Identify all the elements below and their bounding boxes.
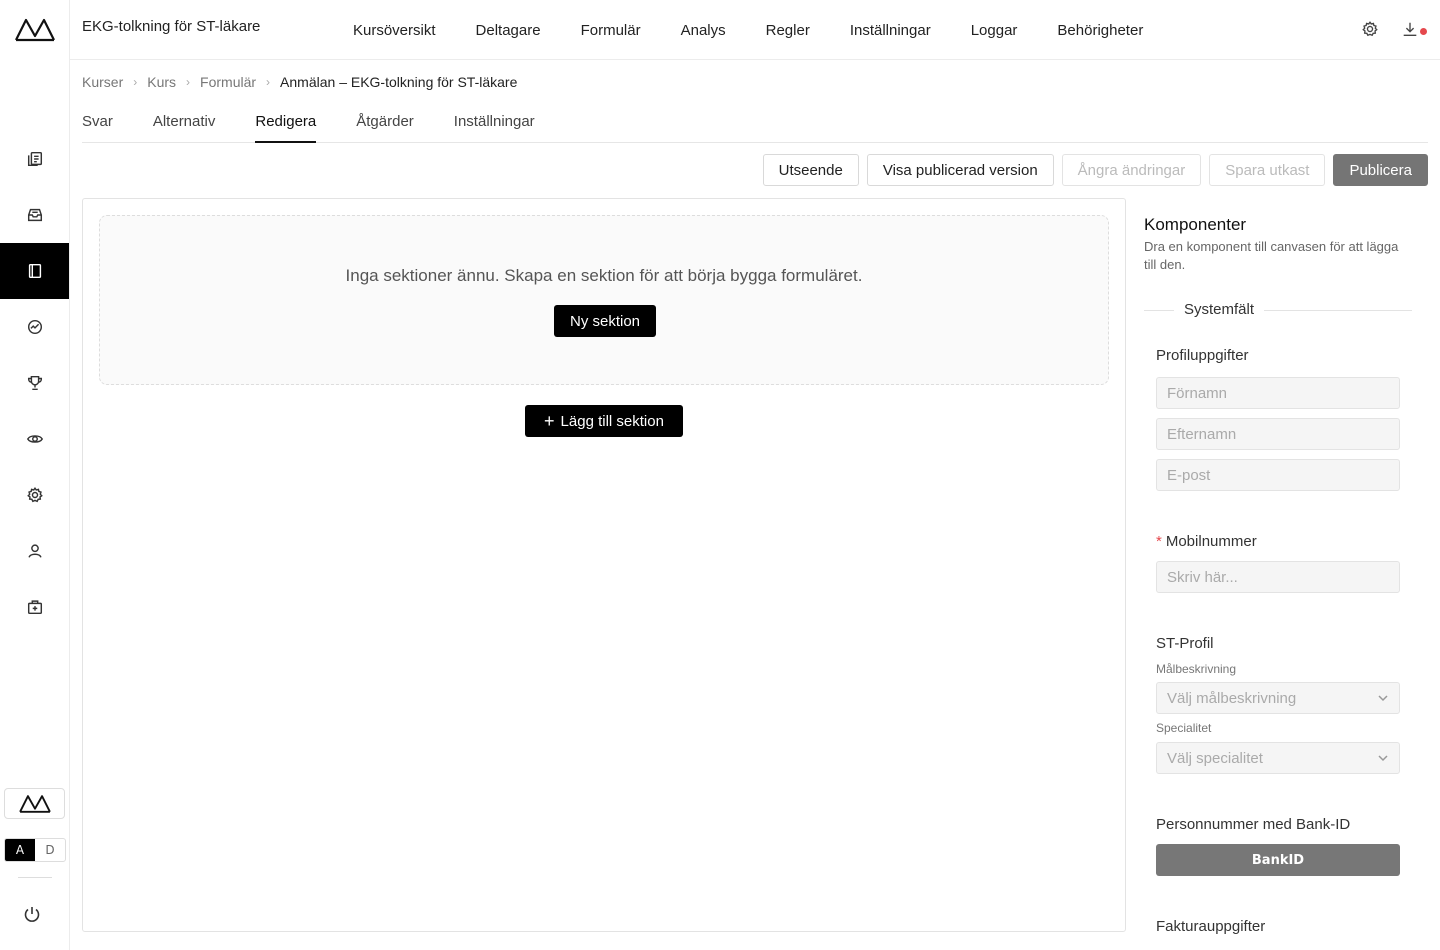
view-published-button[interactable]: Visa publicerad version	[866, 154, 1054, 186]
user-icon	[27, 544, 42, 558]
last-name-field[interactable]: Efternamn	[1156, 418, 1400, 450]
first-name-field[interactable]: Förnamn	[1156, 377, 1400, 409]
required-mark: *	[1156, 533, 1162, 550]
left-rail: A D	[0, 0, 70, 950]
toggle-option-d[interactable]: D	[35, 839, 65, 861]
specialty-select[interactable]: Välj specialitet	[1156, 742, 1400, 774]
nav-logs[interactable]: Loggar	[971, 22, 1018, 39]
mobile-title: Mobilnummer	[1165, 533, 1257, 550]
chevron-down-icon	[1378, 695, 1388, 702]
panel-description: Dra en komponent till canvasen för att l…	[1144, 239, 1399, 272]
eye-icon	[26, 435, 43, 443]
tab-actions[interactable]: Åtgärder	[356, 108, 414, 143]
form-tabs: Svar Alternativ Redigera Åtgärder Instäl…	[82, 108, 1428, 143]
email-field[interactable]: E-post	[1156, 459, 1400, 491]
logo-icon[interactable]	[14, 16, 56, 44]
empty-state: Inga sektioner ännu. Skapa en sektion fö…	[99, 215, 1109, 385]
st-profile-group-title[interactable]: ST-Profil	[1156, 635, 1214, 652]
rail-divider	[18, 877, 52, 878]
medical-kit-icon	[27, 600, 42, 615]
rail-item-analytics[interactable]	[0, 299, 69, 355]
goal-label: Målbeskrivning	[1156, 662, 1237, 676]
bankid-group-title[interactable]: Personnummer med Bank-ID	[1156, 816, 1350, 833]
power-icon	[24, 907, 40, 922]
nav-participants[interactable]: Deltagare	[476, 22, 541, 39]
nav-rules[interactable]: Regler	[766, 22, 810, 39]
new-section-label: Ny sektion	[569, 312, 641, 330]
rail-item-preview[interactable]	[0, 411, 69, 467]
specialty-select-value: Välj specialitet	[1167, 749, 1263, 767]
brand-logo-icon	[18, 794, 51, 813]
notification-dot	[1420, 28, 1427, 35]
nav-analysis[interactable]: Analys	[681, 22, 726, 39]
tab-edit[interactable]: Redigera	[255, 108, 317, 143]
bankid-button[interactable]: BankID	[1156, 844, 1400, 876]
mobile-group-title[interactable]: * Mobilnummer	[1156, 533, 1257, 550]
tab-options[interactable]: Alternativ	[153, 108, 216, 143]
rail-item-forms[interactable]	[0, 243, 69, 299]
copy-icon	[27, 151, 42, 167]
downloads-button[interactable]	[1401, 20, 1427, 40]
goal-select[interactable]: Välj målbeskrivning	[1156, 682, 1400, 714]
save-draft-button[interactable]: Spara utkast	[1209, 154, 1326, 186]
nav-settings[interactable]: Inställningar	[850, 22, 931, 39]
appearance-button[interactable]: Utseende	[762, 154, 859, 186]
panel-title: Komponenter	[1144, 215, 1247, 234]
chevron-right-icon: ›	[133, 75, 138, 89]
breadcrumb-forms[interactable]: Formulär	[200, 74, 256, 90]
specialty-label: Specialitet	[1156, 721, 1212, 735]
download-icon	[1403, 22, 1417, 36]
course-title: EKG-tolkning för ST-läkare	[82, 18, 261, 35]
tab-settings[interactable]: Inställningar	[454, 108, 535, 143]
nav-forms[interactable]: Formulär	[581, 22, 641, 39]
gear-icon	[26, 487, 43, 503]
trophy-icon	[27, 375, 42, 391]
chart-circle-icon	[27, 319, 42, 335]
chevron-right-icon: ›	[266, 75, 271, 89]
mobile-field[interactable]: Skriv här...	[1156, 561, 1400, 593]
rail-item-courses[interactable]	[0, 131, 69, 187]
system-fields-label: Systemfält	[1174, 301, 1265, 318]
breadcrumb-courses[interactable]: Kurser	[82, 74, 123, 90]
rail-item-achievements[interactable]	[0, 355, 69, 411]
add-section-label: Lägg till sektion	[560, 412, 664, 430]
add-section-button[interactable]: + Lägg till sektion	[525, 405, 683, 437]
undo-changes-button[interactable]: Ångra ändringar	[1061, 154, 1202, 186]
brand-logo[interactable]	[4, 788, 65, 819]
breadcrumb-course[interactable]: Kurs	[147, 74, 176, 90]
rail-item-inbox[interactable]	[0, 187, 69, 243]
form-canvas[interactable]: Inga sektioner ännu. Skapa en sektion fö…	[82, 198, 1126, 932]
notebook-icon	[28, 263, 41, 279]
publish-button[interactable]: Publicera	[1333, 154, 1428, 186]
top-bar: EKG-tolkning för ST-läkare Kursöversikt …	[70, 0, 1440, 60]
breadcrumb: Kurser › Kurs › Formulär › Anmälan – EKG…	[82, 74, 517, 90]
settings-button[interactable]	[1361, 20, 1381, 40]
editor-toolbar: Utseende Visa publicerad version Ångra ä…	[762, 154, 1428, 186]
logout-button[interactable]	[22, 904, 42, 924]
invoice-group-title[interactable]: Fakturauppgifter	[1156, 918, 1265, 935]
breadcrumb-current: Anmälan – EKG-tolkning för ST-läkare	[280, 74, 518, 90]
rail-item-users[interactable]	[0, 523, 69, 579]
top-nav: Kursöversikt Deltagare Formulär Analys R…	[353, 0, 1143, 60]
components-panel: Komponenter Dra en komponent till canvas…	[1144, 198, 1414, 950]
chevron-down-icon	[1378, 755, 1388, 762]
new-section-button[interactable]: Ny sektion	[554, 305, 656, 337]
tab-responses[interactable]: Svar	[82, 108, 113, 143]
empty-state-text: Inga sektioner ännu. Skapa en sektion fö…	[345, 266, 863, 285]
toggle-option-a[interactable]: A	[5, 839, 35, 861]
goal-select-value: Välj målbeskrivning	[1167, 689, 1297, 707]
mode-toggle[interactable]: A D	[4, 838, 66, 862]
rail-item-medical[interactable]	[0, 579, 69, 635]
nav-permissions[interactable]: Behörigheter	[1057, 22, 1143, 39]
inbox-icon	[27, 208, 42, 222]
profile-group-title[interactable]: Profiluppgifter	[1156, 347, 1249, 364]
chevron-right-icon: ›	[186, 75, 191, 89]
gear-icon	[1362, 21, 1378, 37]
rail-item-settings[interactable]	[0, 467, 69, 523]
plus-icon: +	[544, 411, 555, 431]
nav-course-overview[interactable]: Kursöversikt	[353, 22, 436, 39]
